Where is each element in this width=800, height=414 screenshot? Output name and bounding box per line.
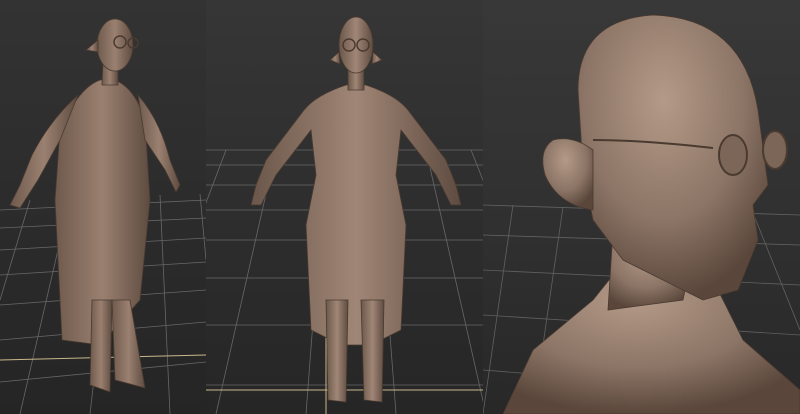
character-model (250, 16, 462, 403)
viewport-front-canvas (206, 16, 483, 414)
viewport-closeup-canvas (483, 14, 800, 414)
viewport-perspective-left[interactable] (0, 0, 206, 414)
character-model (9, 18, 181, 393)
character-head-closeup (502, 14, 800, 414)
multi-viewport-render (0, 0, 800, 414)
viewport-front[interactable] (206, 0, 483, 414)
viewport-closeup[interactable] (483, 0, 800, 414)
viewport-perspective-canvas (0, 18, 206, 414)
